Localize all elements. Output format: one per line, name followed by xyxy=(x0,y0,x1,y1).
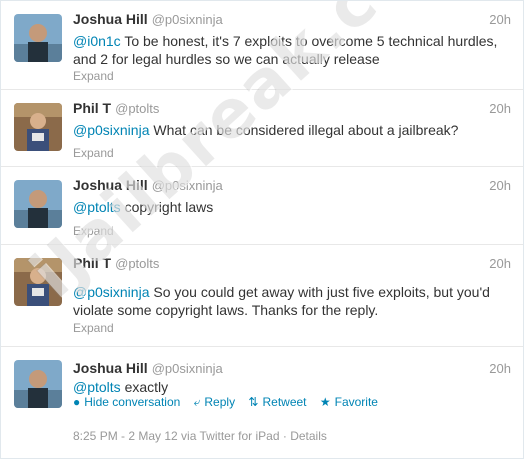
favorite-button[interactable]: ★ Favorite xyxy=(320,395,378,409)
avatar[interactable] xyxy=(14,103,62,151)
user-handle[interactable]: @p0sixninja xyxy=(152,361,223,376)
tweet-text: @i0n1c To be honest, it's 7 exploits to … xyxy=(73,32,503,68)
expand-link[interactable]: Expand xyxy=(73,224,114,238)
tweet-header: Joshua Hill @p0sixninja xyxy=(73,177,223,195)
star-icon: ★ xyxy=(319,395,331,409)
tweet-body: What can be considered illegal about a j… xyxy=(149,122,459,138)
timestamp[interactable]: 20h xyxy=(489,178,511,193)
tweet-body: exactly xyxy=(120,379,169,395)
tweet-actions: ● Hide conversation ⤶ Reply ⇅ Retweet ★ Favo… xyxy=(73,395,388,410)
user-name[interactable]: Joshua Hill xyxy=(73,177,148,193)
tweet[interactable]: Joshua Hill @p0sixninja 20h @ptolts copyr… xyxy=(1,167,523,245)
user-name[interactable]: Phil T xyxy=(73,255,111,271)
user-handle[interactable]: @ptolts xyxy=(115,101,159,116)
user-handle[interactable]: @ptolts xyxy=(115,256,159,271)
tweet-header: Phil T @ptolts xyxy=(73,100,159,118)
user-name[interactable]: Phil T xyxy=(73,100,111,116)
expand-link[interactable]: Expand xyxy=(73,146,114,160)
tweet-header: Joshua Hill @p0sixninja xyxy=(73,360,223,378)
retweet-icon: ⇅ xyxy=(248,395,259,409)
speech-bubble-icon: ● xyxy=(73,395,81,409)
timestamp[interactable]: 20h xyxy=(489,12,511,27)
tweet[interactable]: Joshua Hill @p0sixninja 20h @i0n1c To be … xyxy=(1,1,523,90)
hide-conversation-button[interactable]: ● Hide conversation xyxy=(73,395,180,409)
tweet-meta[interactable]: 8:25 PM - 2 May 12 via Twitter for iPad … xyxy=(73,429,327,443)
mention-link[interactable]: @p0sixninja xyxy=(73,284,149,300)
expand-link[interactable]: Expand xyxy=(73,69,114,83)
tweet[interactable]: Phil T @ptolts 20h @p0sixninja So you cou… xyxy=(1,245,523,347)
tweet-expanded[interactable]: Joshua Hill @p0sixninja 20h @ptolts exact… xyxy=(1,347,523,458)
tweet-body: To be honest, it's 7 exploits to overcom… xyxy=(73,33,498,67)
user-handle[interactable]: @p0sixninja xyxy=(152,178,223,193)
avatar[interactable] xyxy=(14,360,62,408)
avatar[interactable] xyxy=(14,14,62,62)
mention-link[interactable]: @i0n1c xyxy=(73,33,121,49)
tweet-header: Joshua Hill @p0sixninja xyxy=(73,11,223,29)
user-name[interactable]: Joshua Hill xyxy=(73,11,148,27)
tweet-text: @ptolts copyright laws xyxy=(73,198,503,216)
tweet-body: copyright laws xyxy=(120,199,214,215)
tweet-text: @p0sixninja So you could get away with j… xyxy=(73,283,503,319)
tweet-header: Phil T @ptolts xyxy=(73,255,159,273)
user-handle[interactable]: @p0sixninja xyxy=(152,12,223,27)
expand-link[interactable]: Expand xyxy=(73,321,114,335)
reply-arrow-icon: ⤶ xyxy=(193,395,201,409)
mention-link[interactable]: @ptolts xyxy=(73,379,121,395)
retweet-button[interactable]: ⇅ Retweet xyxy=(248,395,306,409)
reply-button[interactable]: ⤶ Reply xyxy=(194,395,235,410)
tweet[interactable]: Phil T @ptolts 20h @p0sixninja What can b… xyxy=(1,90,523,167)
conversation-timeline: Joshua Hill @p0sixninja 20h @i0n1c To be … xyxy=(0,0,524,459)
mention-link[interactable]: @ptolts xyxy=(73,199,121,215)
avatar[interactable] xyxy=(14,258,62,306)
avatar[interactable] xyxy=(14,180,62,228)
mention-link[interactable]: @p0sixninja xyxy=(73,122,149,138)
timestamp[interactable]: 20h xyxy=(489,101,511,116)
tweet-text: @p0sixninja What can be considered illeg… xyxy=(73,121,503,139)
tweet-text: @ptolts exactly xyxy=(73,378,503,396)
user-name[interactable]: Joshua Hill xyxy=(73,360,148,376)
timestamp[interactable]: 20h xyxy=(489,256,511,271)
timestamp[interactable]: 20h xyxy=(489,361,511,376)
